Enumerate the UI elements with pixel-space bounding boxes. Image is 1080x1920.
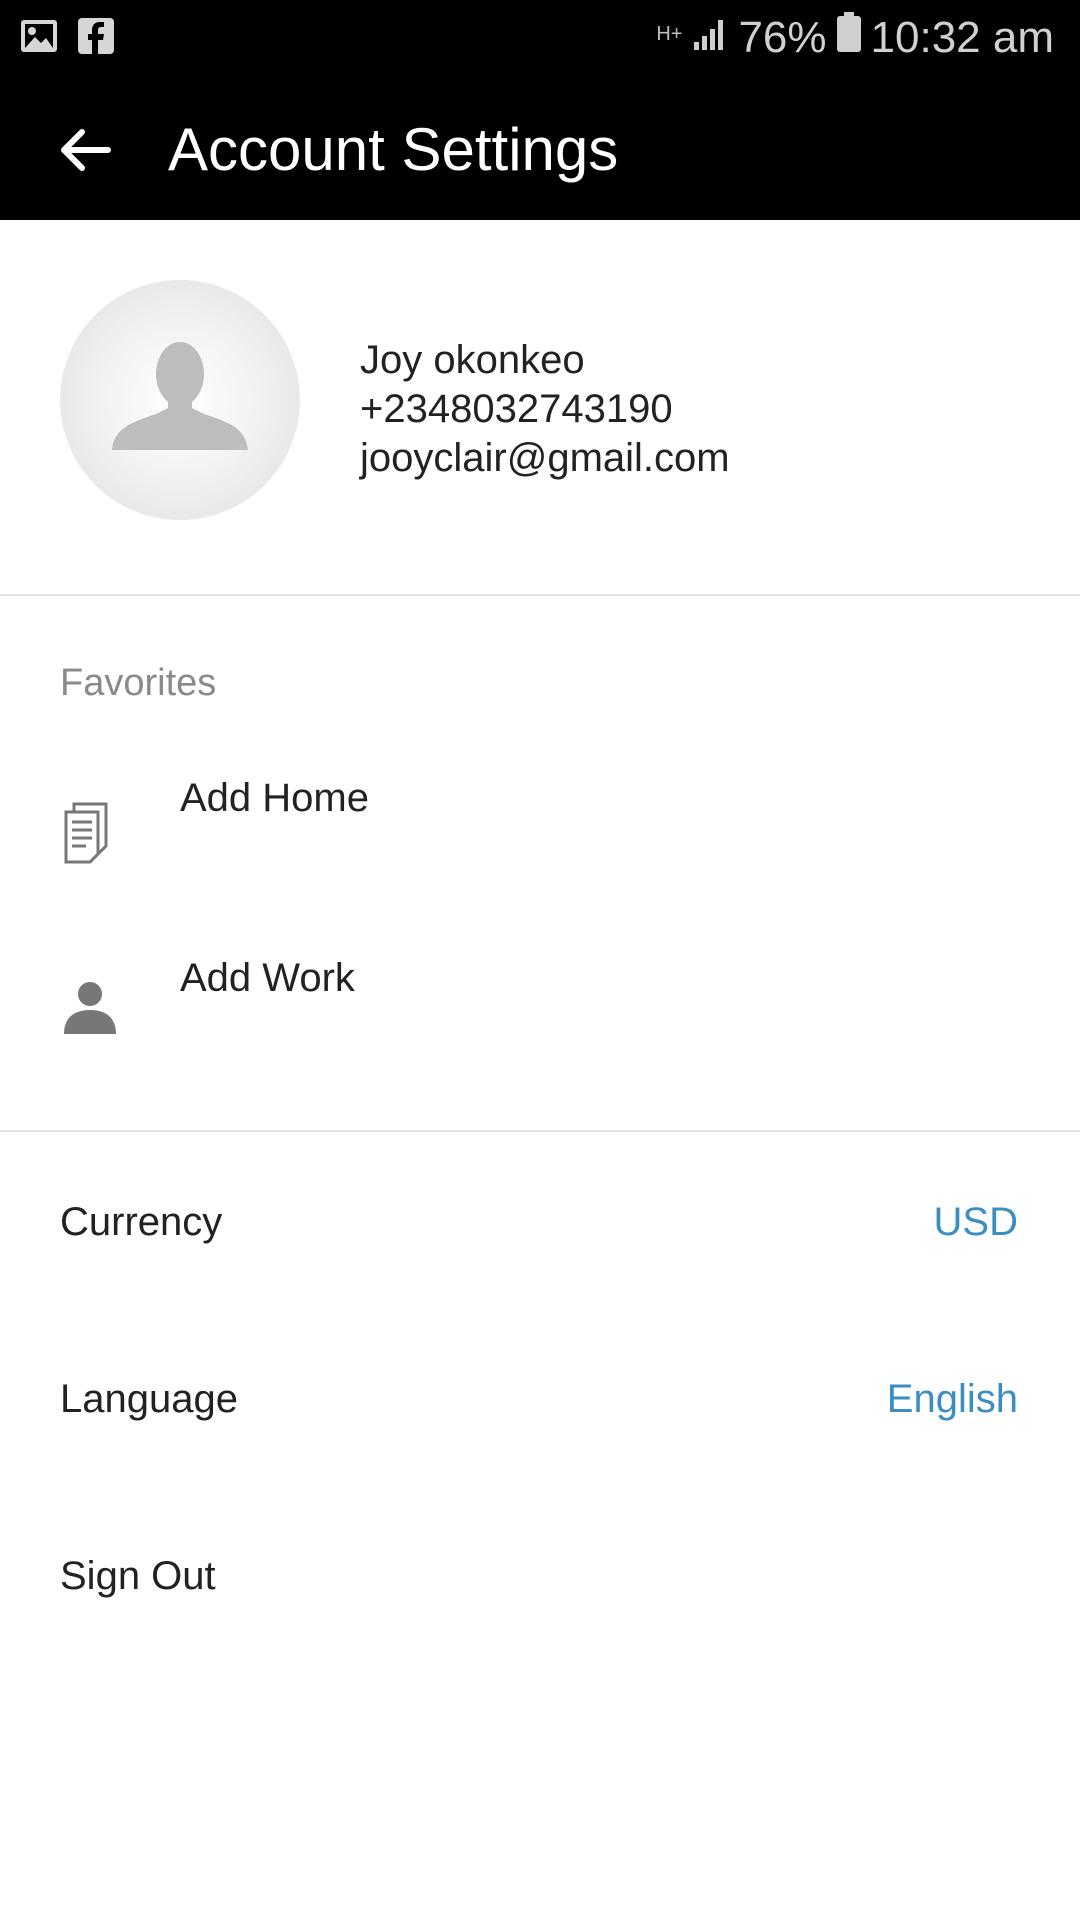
sign-out-row[interactable]: Sign Out <box>0 1506 1080 1646</box>
add-home-item[interactable]: Add Home <box>0 750 1080 900</box>
battery-icon <box>836 10 861 66</box>
signal-icon <box>692 10 728 66</box>
clock: 10:32 am <box>870 13 1054 62</box>
facebook-icon <box>78 18 114 59</box>
currency-label: Currency <box>60 1200 223 1244</box>
profile-info: Joy okonkeo +2348032743190 jooyclair@gma… <box>360 336 730 483</box>
language-value: English <box>886 1377 1018 1421</box>
language-label: Language <box>60 1377 238 1421</box>
default-avatar-icon <box>60 342 300 520</box>
back-arrow-icon <box>56 126 112 179</box>
profile-email: jooyclair@gmail.com <box>360 436 730 480</box>
currency-value: USD <box>933 1200 1018 1244</box>
add-home-label: Add Home <box>180 776 369 820</box>
avatar[interactable] <box>60 280 300 520</box>
gallery-icon <box>20 19 58 58</box>
page-title: Account Settings <box>168 116 619 183</box>
back-button[interactable] <box>36 112 132 192</box>
status-right-icons: H+ 76% 10:32 am <box>656 10 1054 66</box>
sign-out-label: Sign Out <box>60 1554 216 1598</box>
profile-section: Joy okonkeo +2348032743190 jooyclair@gma… <box>0 220 1080 596</box>
network-type-icon: H+ <box>656 23 683 45</box>
app-bar: Account Settings <box>0 76 1080 220</box>
profile-name: Joy okonkeo <box>360 338 585 382</box>
favorites-section: Favorites Add Home Add Work <box>0 596 1080 1132</box>
status-bar: H+ 76% 10:32 am <box>0 0 1080 76</box>
battery-percent: 76% <box>738 13 827 62</box>
add-work-item[interactable]: Add Work <box>0 930 1080 1080</box>
favorites-heading: Favorites <box>60 662 217 704</box>
profile-phone: +2348032743190 <box>360 387 673 431</box>
document-icon <box>62 800 118 864</box>
currency-row[interactable]: Currency USD <box>0 1152 1080 1292</box>
person-icon <box>62 980 118 1044</box>
add-work-label: Add Work <box>180 956 355 1000</box>
status-left-icons <box>20 18 114 59</box>
language-row[interactable]: Language English <box>0 1329 1080 1469</box>
